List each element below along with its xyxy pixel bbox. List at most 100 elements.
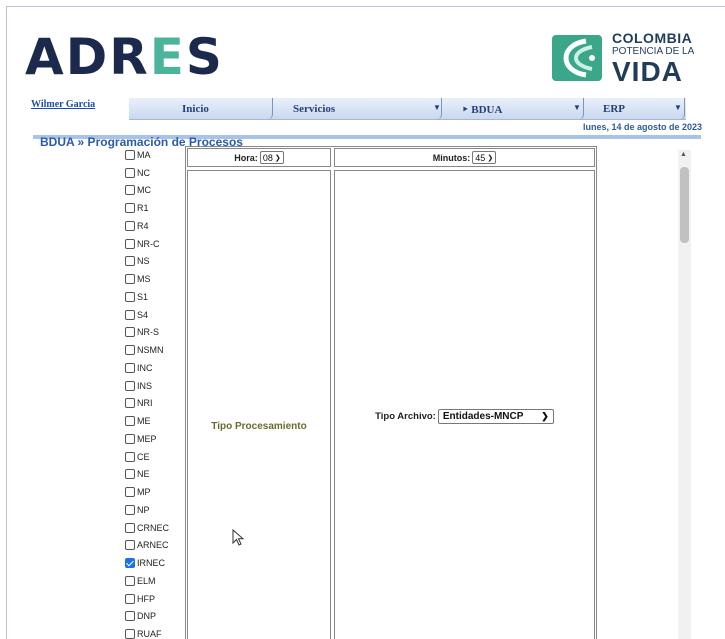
tipo-archivo-value: Entidades-MNCP xyxy=(442,411,524,422)
checkbox[interactable] xyxy=(125,291,135,302)
checkbox[interactable] xyxy=(125,327,135,338)
checkbox[interactable] xyxy=(125,416,135,427)
process-checkbox-item[interactable]: HFP xyxy=(125,590,185,608)
process-checkbox-item[interactable]: NRI xyxy=(125,395,185,413)
checkbox[interactable] xyxy=(125,575,135,586)
process-checkbox-item[interactable]: MC xyxy=(125,182,185,200)
process-checkbox-item[interactable]: NR-S xyxy=(125,324,185,342)
checkbox[interactable] xyxy=(125,469,135,480)
hora-value: 08 xyxy=(262,152,273,163)
mouse-cursor-icon xyxy=(232,529,245,546)
checkbox[interactable] xyxy=(125,185,135,196)
page-frame: ADRES COLOMBIA POTENCIA DE LA VIDA Wilme… xyxy=(6,6,725,639)
process-checkbox-item[interactable]: CE xyxy=(125,448,185,466)
process-checkbox-item[interactable]: NS xyxy=(125,253,185,271)
checkbox-label: NRI xyxy=(137,398,153,409)
checkbox-label: INC xyxy=(137,362,153,373)
process-checkbox-item[interactable]: NC xyxy=(125,164,185,182)
checkbox[interactable] xyxy=(125,504,135,515)
process-checkbox-item[interactable]: INC xyxy=(125,359,185,377)
nav-erp[interactable]: ERP xyxy=(603,98,625,120)
checkbox[interactable] xyxy=(125,398,135,409)
checkbox-label: ELM xyxy=(137,575,156,586)
tipo-archivo-row: Tipo Archivo: Entidades-MNCP ❯ xyxy=(335,409,594,424)
colombia-mark-icon xyxy=(552,33,602,83)
checkbox-label: NR-C xyxy=(137,238,160,249)
tipo-archivo-label: Tipo Archivo: xyxy=(375,411,436,422)
checkbox-label: NS xyxy=(137,256,150,267)
checkbox-label: MC xyxy=(137,185,151,196)
checkbox-label: NSMN xyxy=(137,345,164,356)
process-checkbox-item[interactable]: MP xyxy=(125,483,185,501)
scroll-up-arrow-icon[interactable]: ▲ xyxy=(680,151,687,158)
checkbox[interactable] xyxy=(125,487,135,498)
colombia-line1: COLOMBIA xyxy=(612,29,693,46)
checkbox-label: CE xyxy=(137,451,150,462)
checkbox-label: NE xyxy=(137,469,150,480)
process-checkbox-item[interactable]: S1 xyxy=(125,288,185,306)
checkbox[interactable] xyxy=(125,451,135,462)
minutos-select[interactable]: 45 ❯ xyxy=(472,151,497,164)
checkbox-label: NC xyxy=(137,167,150,178)
process-checkbox-item[interactable]: R4 xyxy=(125,217,185,235)
hora-select[interactable]: 08 ❯ xyxy=(259,151,284,164)
minutos-value: 45 xyxy=(475,152,486,163)
process-checkbox-item[interactable]: MEP xyxy=(125,430,185,448)
process-checkbox-item[interactable]: DNP xyxy=(125,608,185,626)
process-checkbox-item[interactable]: S4 xyxy=(125,306,185,324)
process-checkbox-item[interactable]: INS xyxy=(125,377,185,395)
adres-logo: ADRES xyxy=(25,27,224,87)
process-checkbox-list: MA NC MC R1 R4 NR-C NS MS S1 S4 NR-S NSMN INC INS NRI M… xyxy=(125,146,185,639)
process-checkbox-item[interactable]: NP xyxy=(125,501,185,519)
checkbox[interactable] xyxy=(125,522,135,533)
chevron-down-icon: ❯ xyxy=(541,411,549,421)
checkbox[interactable] xyxy=(125,274,135,285)
checkbox[interactable] xyxy=(125,380,135,391)
process-checkbox-item[interactable]: MA xyxy=(125,146,185,164)
checkbox[interactable] xyxy=(125,167,135,178)
process-checkbox-item[interactable]: ME xyxy=(125,412,185,430)
checkbox[interactable] xyxy=(125,611,135,622)
process-checkbox-item[interactable]: RUAF xyxy=(125,625,185,639)
checkbox[interactable] xyxy=(125,149,135,160)
checkbox[interactable] xyxy=(125,220,135,231)
checkbox[interactable] xyxy=(125,540,135,551)
colombia-line3: VIDA xyxy=(612,55,683,87)
process-checkbox-item[interactable]: CRNEC xyxy=(125,519,185,537)
checkbox-label: DNP xyxy=(137,611,157,622)
process-checkbox-item[interactable]: ELM xyxy=(125,572,185,590)
checkbox[interactable] xyxy=(125,362,135,373)
checkbox[interactable] xyxy=(125,345,135,356)
nav-bdua[interactable]: ‣ BDUA xyxy=(462,98,502,120)
process-checkbox-item[interactable]: NE xyxy=(125,466,185,484)
nav-separator xyxy=(434,98,442,120)
process-checkbox-item[interactable]: IRNEC xyxy=(125,554,185,572)
checkbox-label: R4 xyxy=(137,220,149,231)
checkbox[interactable] xyxy=(125,238,135,249)
checkbox-label: S1 xyxy=(137,291,149,302)
main-nav: Inicio Servicios ▼ ‣ BDUA ▼ ERP ▼ xyxy=(129,98,686,120)
hora-label: Hora: xyxy=(234,152,258,163)
tipo-archivo-select[interactable]: Entidades-MNCP ❯ xyxy=(437,409,554,424)
checkbox[interactable] xyxy=(125,629,135,639)
process-checkbox-item[interactable]: NR-C xyxy=(125,235,185,253)
checkbox[interactable] xyxy=(125,558,135,569)
user-link[interactable]: Wilmer Garcia xyxy=(31,99,95,110)
checkbox[interactable] xyxy=(125,309,135,320)
checkbox-label: INS xyxy=(137,380,153,391)
checkbox[interactable] xyxy=(125,203,135,214)
checkbox[interactable] xyxy=(125,433,135,444)
checkbox[interactable] xyxy=(125,256,135,267)
checkbox-label: R1 xyxy=(137,203,149,214)
checkbox-label: MEP xyxy=(137,433,157,444)
process-checkbox-item[interactable]: NSMN xyxy=(125,341,185,359)
minutos-cell: Minutos: 45 ❯ xyxy=(334,148,595,167)
nav-inicio[interactable]: Inicio xyxy=(182,98,209,120)
process-checkbox-item[interactable]: R1 xyxy=(125,199,185,217)
scrollbar-thumb[interactable] xyxy=(680,167,689,243)
chevron-down-icon: ❯ xyxy=(274,154,281,162)
process-checkbox-item[interactable]: MS xyxy=(125,270,185,288)
checkbox[interactable] xyxy=(125,593,135,604)
nav-servicios[interactable]: Servicios xyxy=(293,98,335,120)
process-checkbox-item[interactable]: ARNEC xyxy=(125,537,185,555)
